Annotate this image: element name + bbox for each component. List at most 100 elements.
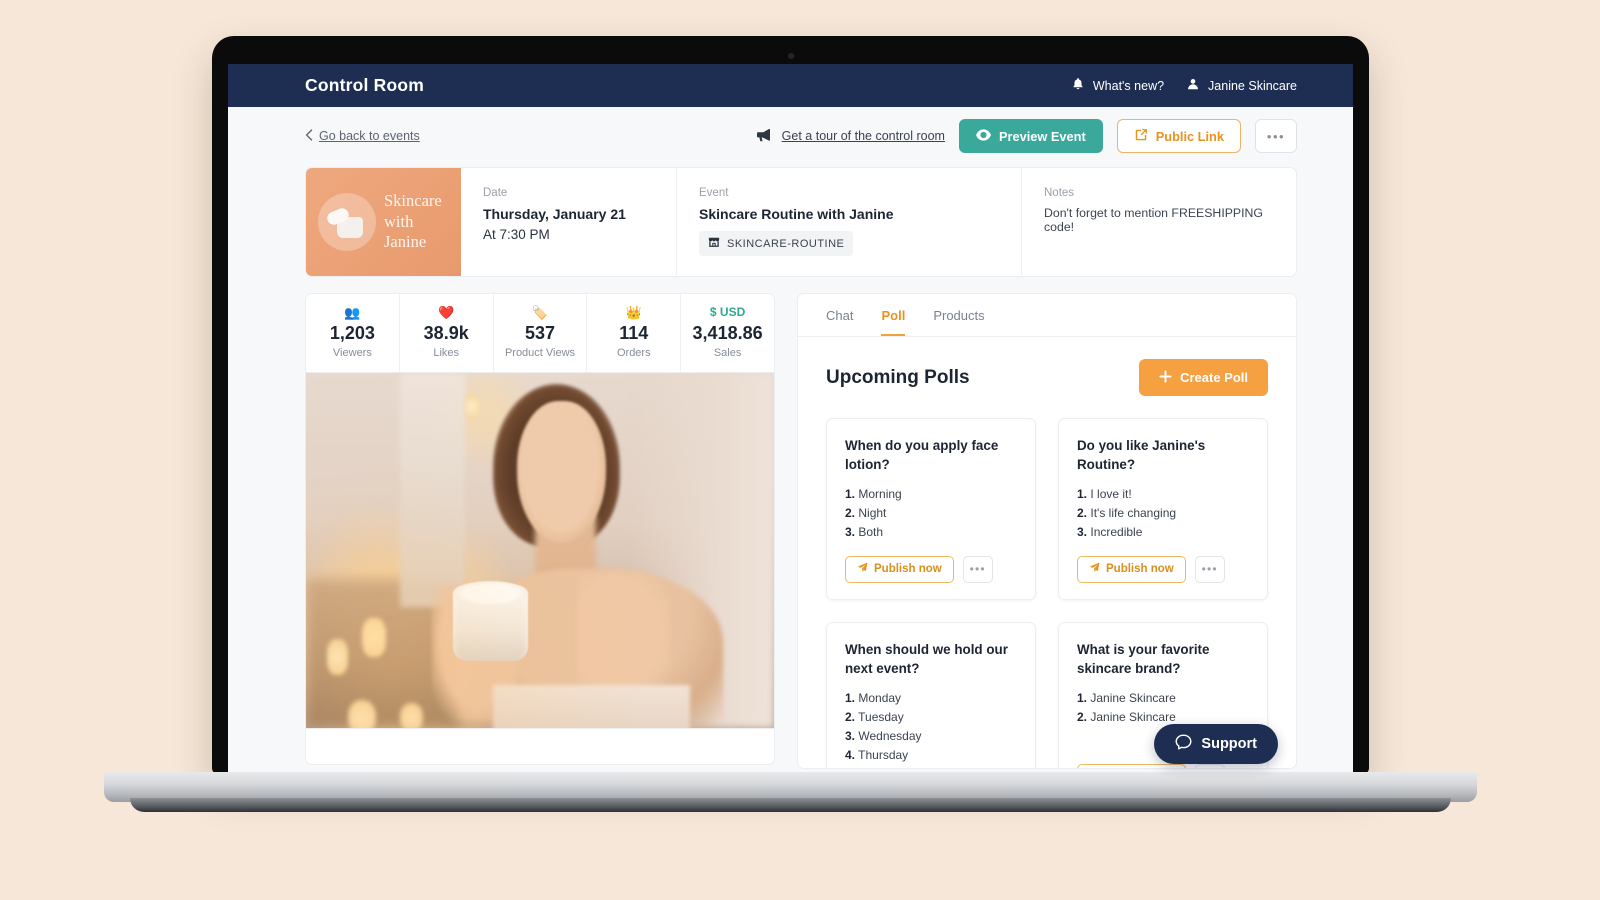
poll-option: 3. Wednesday bbox=[845, 728, 922, 743]
support-widget-button[interactable]: Support bbox=[1154, 724, 1278, 764]
publish-now-button[interactable]: Publish now bbox=[1077, 763, 1186, 768]
poll-section-title: Upcoming Polls bbox=[826, 366, 970, 388]
publish-now-label: Publish now bbox=[874, 563, 942, 576]
stat-likes-value: 38.9k bbox=[423, 323, 469, 343]
take-tour-link[interactable]: Get a tour of the control room bbox=[756, 128, 945, 145]
chat-bubble-icon bbox=[1175, 734, 1192, 755]
eye-icon bbox=[976, 128, 991, 144]
whats-new-button[interactable]: What's new? bbox=[1071, 77, 1164, 94]
currency-label: $ USD bbox=[709, 305, 746, 319]
event-notes-value: Don't forget to mention FREESHIPPING cod… bbox=[1044, 206, 1263, 234]
stat-viewers-label: Viewers bbox=[332, 347, 372, 359]
stat-product-views: 🏷️ 537 Product Views bbox=[492, 294, 587, 372]
tab-poll[interactable]: Poll bbox=[881, 308, 906, 336]
heart-icon: ❤️ bbox=[438, 305, 455, 320]
app-topbar: Control Room What's new? Janine Skincare bbox=[228, 64, 1353, 107]
chevron-left-icon bbox=[305, 128, 313, 144]
stat-orders: 👑 114 Orders bbox=[586, 294, 680, 372]
poll-option: 2. Tuesday bbox=[845, 709, 904, 724]
tab-chat[interactable]: Chat bbox=[826, 308, 853, 336]
left-column: 👥 1,203 Viewers ❤️ 38.9k Likes 🏷️ 537 Pr… bbox=[305, 293, 775, 769]
stats-row: 👥 1,203 Viewers ❤️ 38.9k Likes 🏷️ 537 Pr… bbox=[305, 293, 775, 373]
orders-icon: 👑 bbox=[625, 305, 642, 320]
cream-jar-icon bbox=[318, 193, 376, 251]
poll-card[interactable]: When do you apply face lotion? 1. Mornin… bbox=[826, 418, 1036, 600]
page-body: Go back to events Get a tour of the cont… bbox=[228, 107, 1353, 806]
engagement-panel: Chat Poll Products Upcoming Polls Create… bbox=[797, 293, 1297, 769]
poll-grid: When do you apply face lotion? 1. Mornin… bbox=[826, 418, 1268, 768]
poll-card[interactable]: Do you like Janine's Routine? 1. I love … bbox=[1058, 418, 1268, 600]
poll-more-button[interactable]: ••• bbox=[1194, 763, 1225, 768]
support-label: Support bbox=[1201, 736, 1257, 752]
stat-sales: $ USD 3,418.86 Sales bbox=[680, 294, 774, 372]
event-date-column: Date Thursday, January 21 At 7:30 PM bbox=[461, 168, 676, 276]
poll-actions: Publish now ••• bbox=[1077, 555, 1249, 583]
poll-question: Do you like Janine's Routine? bbox=[1077, 438, 1206, 473]
preview-event-button[interactable]: Preview Event bbox=[958, 119, 1103, 153]
poll-question: When do you apply face lotion? bbox=[845, 438, 999, 473]
poll-option: 1. Monday bbox=[845, 690, 902, 705]
paper-plane-icon bbox=[1089, 562, 1100, 576]
poll-option: 2. Night bbox=[845, 506, 887, 521]
preview-event-label: Preview Event bbox=[998, 128, 1086, 144]
poll-actions: Publish now ••• bbox=[1077, 763, 1249, 768]
event-date-value: Thursday, January 21 bbox=[483, 206, 626, 222]
event-slug-tag[interactable]: SKINCARE-ROUTINE bbox=[699, 231, 854, 256]
public-link-button[interactable]: Public Link bbox=[1116, 119, 1241, 153]
account-menu[interactable]: Janine Skincare bbox=[1186, 77, 1297, 94]
tab-products[interactable]: Products bbox=[933, 308, 984, 336]
whats-new-label: What's new? bbox=[1092, 78, 1165, 93]
paper-plane-icon bbox=[857, 562, 868, 576]
go-back-label: Go back to events bbox=[319, 129, 420, 143]
publish-now-button[interactable]: Publish now bbox=[845, 555, 954, 583]
main-content: 👥 1,203 Viewers ❤️ 38.9k Likes 🏷️ 537 Pr… bbox=[228, 277, 1353, 769]
poll-option: 1. Morning bbox=[845, 487, 902, 502]
poll-option: 4. Thursday bbox=[845, 747, 909, 762]
laptop-mockup: MacBook Pro Control Room What's new? bbox=[104, 36, 1477, 812]
stream-controls-bar bbox=[305, 729, 775, 765]
stat-likes: ❤️ 38.9k Likes bbox=[398, 294, 493, 372]
stat-orders-label: Orders bbox=[616, 347, 651, 359]
event-slug-value: SKINCARE-ROUTINE bbox=[727, 237, 845, 250]
event-time-value: At 7:30 PM bbox=[483, 227, 550, 242]
event-date-label: Date bbox=[483, 187, 508, 199]
event-thumbnail: Skincare with Janine bbox=[306, 168, 461, 276]
laptop-foot bbox=[130, 798, 1451, 812]
user-icon bbox=[1186, 77, 1200, 94]
event-notes-column: Notes Don't forget to mention FREESHIPPI… bbox=[1021, 168, 1296, 276]
panel-tab-bar: Chat Poll Products bbox=[798, 294, 1296, 337]
poll-actions: Publish now ••• bbox=[845, 555, 1017, 583]
poll-panel: Upcoming Polls Create Poll When do you a… bbox=[798, 337, 1296, 768]
create-poll-button[interactable]: Create Poll bbox=[1139, 359, 1268, 396]
event-name-label: Event bbox=[699, 187, 729, 199]
people-icon: 👥 bbox=[344, 305, 361, 320]
laptop-lid: MacBook Pro Control Room What's new? bbox=[212, 36, 1369, 806]
publish-now-button[interactable]: Publish now bbox=[1077, 555, 1186, 583]
poll-option: 2. It's life changing bbox=[1077, 506, 1177, 521]
event-thumb-title: Skincare with Janine bbox=[384, 191, 442, 252]
stat-viewers-value: 1,203 bbox=[329, 323, 375, 343]
poll-question: When should we hold our next event? bbox=[845, 641, 1008, 676]
stat-product-views-value: 537 bbox=[524, 323, 556, 343]
go-back-to-events-link[interactable]: Go back to events bbox=[305, 128, 420, 144]
stream-video-preview[interactable] bbox=[305, 373, 775, 729]
poll-more-button[interactable]: ••• bbox=[962, 555, 993, 583]
event-summary-card: Skincare with Janine Date Thursday, Januar… bbox=[305, 167, 1297, 277]
poll-more-button[interactable]: ••• bbox=[1194, 555, 1225, 583]
video-glow bbox=[306, 373, 774, 728]
screen-viewport: Control Room What's new? Janine Skincare bbox=[228, 64, 1353, 806]
more-actions-button[interactable]: ••• bbox=[1255, 119, 1297, 153]
right-column: Chat Poll Products Upcoming Polls Create… bbox=[797, 293, 1297, 769]
bell-icon bbox=[1071, 77, 1085, 94]
plus-icon bbox=[1159, 369, 1172, 386]
poll-option: 1. Janine Skincare bbox=[1077, 690, 1176, 705]
page-toolbar: Go back to events Get a tour of the cont… bbox=[228, 107, 1353, 165]
poll-option: 3. Both bbox=[845, 524, 884, 539]
poll-option: 3. Incredible bbox=[1077, 524, 1143, 539]
stat-orders-value: 114 bbox=[619, 323, 649, 343]
poll-card[interactable]: When should we hold our next event? 1. M… bbox=[826, 621, 1036, 768]
topbar-actions: What's new? Janine Skincare bbox=[1071, 77, 1297, 94]
event-name-column: Event Skincare Routine with Janine SKINC… bbox=[676, 168, 1021, 276]
stat-viewers: 👥 1,203 Viewers bbox=[306, 294, 399, 372]
event-name-value: Skincare Routine with Janine bbox=[699, 206, 894, 222]
